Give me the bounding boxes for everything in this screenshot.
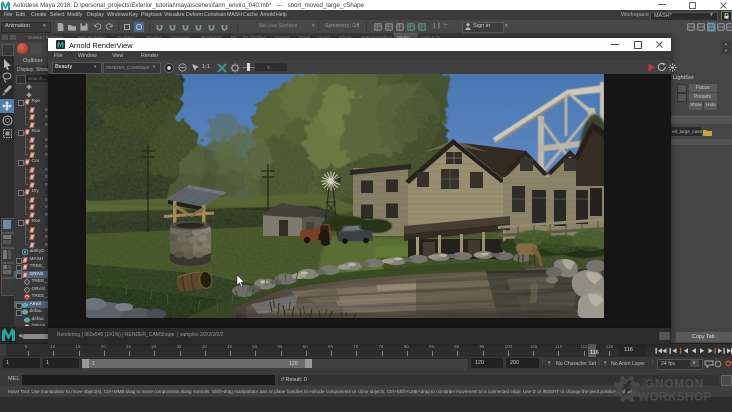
svg-text:GNOMON: GNOMON: [645, 377, 704, 391]
svg-text:WORKSHOP: WORKSHOP: [638, 390, 712, 404]
